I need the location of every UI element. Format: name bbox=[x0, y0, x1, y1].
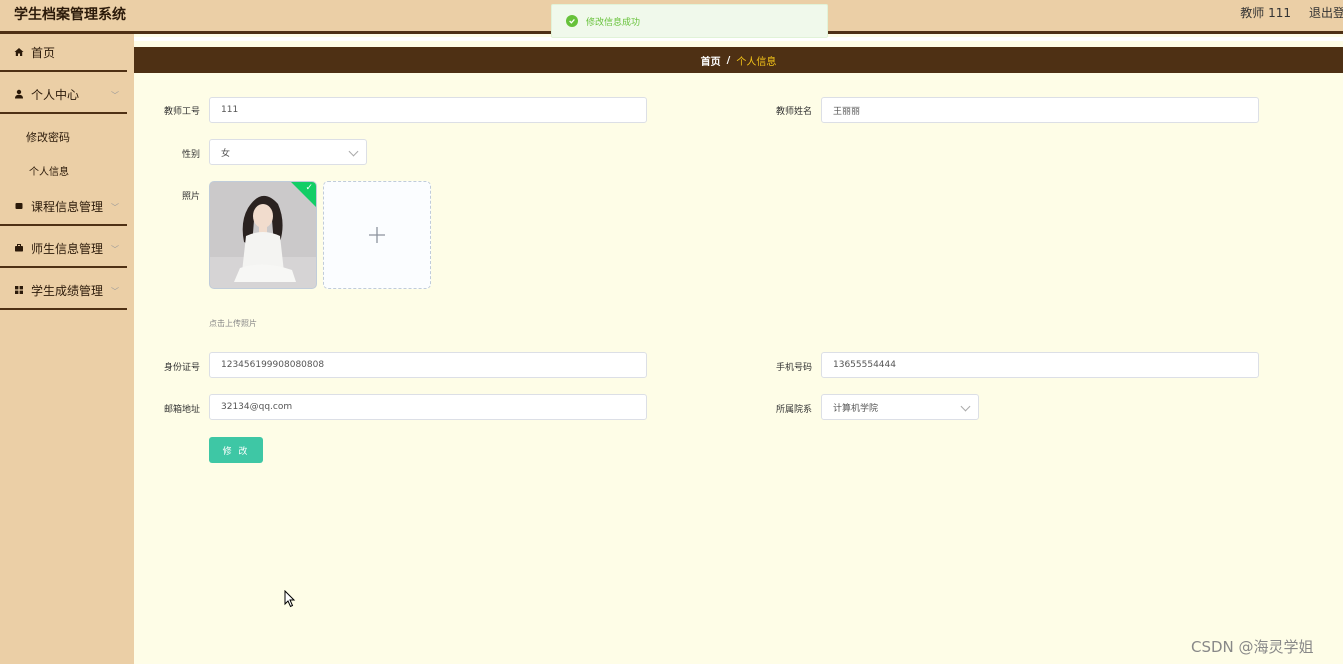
breadcrumb-current: 个人信息 bbox=[736, 56, 777, 68]
logout-link[interactable]: 退出登 bbox=[1309, 4, 1343, 21]
chevron-down-icon bbox=[960, 401, 971, 412]
teacher-id-value: 111 bbox=[221, 105, 239, 115]
sidebar-course-label: 课程信息管理 bbox=[31, 199, 104, 214]
book-icon bbox=[14, 201, 24, 211]
success-toast: 修改信息成功 bbox=[551, 4, 828, 38]
watermark: CSDN @海灵学姐 bbox=[1191, 638, 1314, 656]
chevron-down-icon: ﹀ bbox=[111, 287, 119, 296]
sidebar-item-teacher-student-mgmt[interactable]: 师生信息管理 ﹀ bbox=[0, 230, 127, 268]
sidebar-item-change-password[interactable]: 修改密码 bbox=[26, 129, 70, 145]
chevron-down-icon: ﹀ bbox=[111, 91, 119, 100]
phone-label: 手机号码 bbox=[775, 363, 812, 373]
phone-value: 13655554444 bbox=[833, 360, 896, 370]
id-card-label: 身份证号 bbox=[163, 363, 200, 373]
success-check-icon bbox=[566, 15, 578, 27]
sidebar-item-grades-mgmt[interactable]: 学生成绩管理 ﹀ bbox=[0, 272, 127, 310]
department-label: 所属院系 bbox=[775, 405, 812, 415]
teacher-id-field[interactable]: 111 bbox=[209, 97, 647, 123]
toast-message: 修改信息成功 bbox=[586, 17, 641, 28]
id-card-field[interactable]: 123456199908080808 bbox=[209, 352, 647, 378]
department-select[interactable]: 计算机学院 bbox=[821, 394, 979, 420]
breadcrumb-separator: / bbox=[726, 54, 731, 66]
gender-label: 性别 bbox=[181, 150, 200, 160]
department-value: 计算机学院 bbox=[833, 403, 879, 414]
chevron-down-icon: ﹀ bbox=[111, 203, 119, 212]
sidebar-home-label: 首页 bbox=[31, 45, 56, 60]
check-icon: ✓ bbox=[305, 183, 313, 193]
phone-field[interactable]: 13655554444 bbox=[821, 352, 1259, 378]
teacher-name-field[interactable]: 王丽丽 bbox=[821, 97, 1259, 123]
upload-hint: 点击上传照片 bbox=[209, 319, 257, 328]
grid-icon bbox=[14, 285, 24, 295]
breadcrumb: 首页 / 个人信息 bbox=[134, 47, 1343, 73]
id-card-value: 123456199908080808 bbox=[221, 360, 325, 370]
sidebar-item-home[interactable]: 首页 bbox=[0, 34, 127, 72]
sidebar: 首页 个人中心 ﹀ 修改密码 个人信息 课程信息管理 ﹀ 师生信息管理 ﹀ 学生… bbox=[0, 34, 134, 664]
sidebar-grades-label: 学生成绩管理 bbox=[31, 283, 104, 298]
teacher-name-value: 王丽丽 bbox=[833, 106, 861, 117]
sidebar-personal-center-label: 个人中心 bbox=[31, 87, 80, 102]
submit-button[interactable]: 修 改 bbox=[209, 437, 263, 463]
teacher-id-label: 教师工号 bbox=[163, 107, 200, 117]
gender-select[interactable]: 女 bbox=[209, 139, 367, 165]
chevron-down-icon: ﹀ bbox=[111, 245, 119, 254]
sidebar-item-personal-center[interactable]: 个人中心 ﹀ bbox=[0, 76, 127, 114]
sidebar-item-personal-info[interactable]: 个人信息 bbox=[29, 163, 69, 178]
plus-icon bbox=[369, 227, 385, 243]
sidebar-item-course-mgmt[interactable]: 课程信息管理 ﹀ bbox=[0, 188, 127, 226]
photo-label: 照片 bbox=[181, 192, 200, 202]
sidebar-teacher-student-label: 师生信息管理 bbox=[31, 241, 104, 256]
uploaded-photo[interactable]: ✓ bbox=[209, 181, 317, 289]
email-value: 32134@qq.com bbox=[221, 402, 293, 412]
portrait-image bbox=[210, 182, 316, 288]
mouse-cursor-icon bbox=[284, 590, 296, 608]
teacher-name-label: 教师姓名 bbox=[775, 107, 812, 117]
briefcase-icon bbox=[14, 243, 24, 253]
app-title: 学生档案管理系统 bbox=[14, 7, 126, 23]
breadcrumb-home[interactable]: 首页 bbox=[701, 53, 721, 68]
current-user: 教师 111 bbox=[1240, 6, 1291, 20]
photo-uploader[interactable] bbox=[323, 181, 431, 289]
email-field[interactable]: 32134@qq.com bbox=[209, 394, 647, 420]
chevron-down-icon bbox=[348, 146, 359, 157]
gender-value: 女 bbox=[221, 148, 231, 159]
user-icon bbox=[14, 89, 24, 99]
email-label: 邮箱地址 bbox=[163, 405, 200, 415]
home-icon bbox=[14, 47, 24, 57]
